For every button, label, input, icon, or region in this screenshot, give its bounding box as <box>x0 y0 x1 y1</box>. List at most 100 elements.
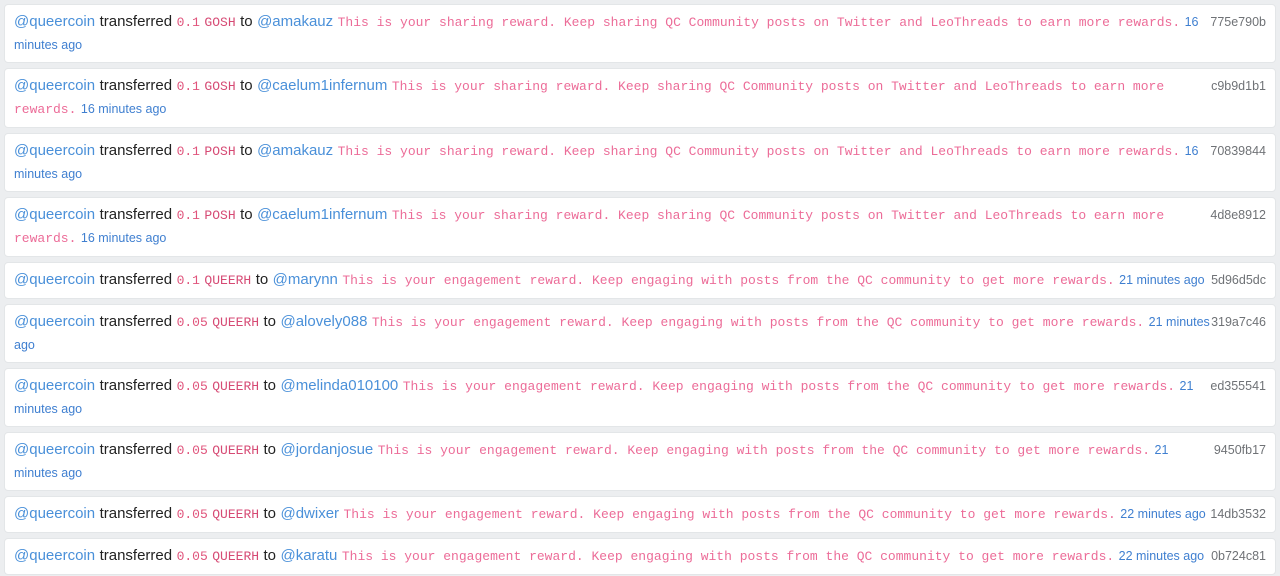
recipient-link[interactable]: @dwixer <box>280 505 339 522</box>
transaction-row: 9450fb17 @queercoin transferred 0.05 QUEE… <box>4 432 1276 491</box>
preposition-to: to <box>263 505 277 522</box>
transaction-id[interactable]: 4d8e8912 <box>1210 204 1266 226</box>
recipient-link[interactable]: @amakauz <box>257 13 333 30</box>
transaction-row: 70839844 @queercoin transferred 0.1 POSH … <box>4 133 1276 192</box>
preposition-to: to <box>240 77 253 94</box>
transfer-verb: transferred <box>99 313 173 330</box>
sender-link[interactable]: @queercoin <box>14 77 95 94</box>
transfer-memo: This is your engagement reward. Keep eng… <box>377 443 1151 458</box>
transfer-amount: 0.05 <box>176 379 208 394</box>
recipient-link[interactable]: @melinda010100 <box>280 377 398 394</box>
sender-link[interactable]: @queercoin <box>14 313 95 330</box>
transfer-timestamp[interactable]: 16 minutes ago <box>81 102 166 116</box>
transfer-amount: 0.1 <box>176 79 200 94</box>
transfer-amount: 0.1 <box>176 15 200 30</box>
transfer-verb: transferred <box>99 377 173 394</box>
transfer-timestamp[interactable]: 16 minutes ago <box>81 231 166 245</box>
transfer-verb: transferred <box>99 206 173 223</box>
transaction-row: 4d8e8912 @queercoin transferred 0.1 POSH … <box>4 197 1276 257</box>
preposition-to: to <box>240 206 253 223</box>
preposition-to: to <box>263 313 277 330</box>
token-symbol: QUEERH <box>212 507 260 522</box>
transfer-verb: transferred <box>99 13 173 30</box>
transfer-timestamp[interactable]: 22 minutes ago <box>1120 507 1205 521</box>
transfer-memo: This is your sharing reward. Keep sharin… <box>337 15 1181 30</box>
token-symbol: POSH <box>204 208 236 223</box>
transaction-row: ed355541 @queercoin transferred 0.05 QUEE… <box>4 368 1276 427</box>
transfer-verb: transferred <box>99 547 173 564</box>
token-symbol: GOSH <box>204 79 236 94</box>
transaction-text: 319a7c46 @queercoin transferred 0.05 QUEE… <box>14 311 1266 356</box>
sender-link[interactable]: @queercoin <box>14 13 95 30</box>
transaction-id[interactable]: 70839844 <box>1210 140 1266 162</box>
transaction-id[interactable]: 14db3532 <box>1210 503 1266 525</box>
transfer-feed: 775e790b @queercoin transferred 0.1 GOSH … <box>0 0 1280 576</box>
transfer-verb: transferred <box>99 77 173 94</box>
transaction-text: 4d8e8912 @queercoin transferred 0.1 POSH … <box>14 204 1266 250</box>
transaction-id[interactable]: 319a7c46 <box>1211 311 1266 333</box>
transaction-id[interactable]: ed355541 <box>1210 375 1266 397</box>
transfer-amount: 0.05 <box>176 443 208 458</box>
transfer-memo: This is your sharing reward. Keep sharin… <box>337 144 1181 159</box>
transfer-verb: transferred <box>99 271 173 288</box>
transaction-text: c9b9d1b1 @queercoin transferred 0.1 GOSH … <box>14 75 1266 121</box>
recipient-link[interactable]: @caelum1infernum <box>257 77 387 94</box>
transfer-timestamp[interactable]: 21 minutes ago <box>1119 273 1204 287</box>
transaction-row: 319a7c46 @queercoin transferred 0.05 QUEE… <box>4 304 1276 363</box>
transaction-row: 775e790b @queercoin transferred 0.1 GOSH … <box>4 4 1276 63</box>
transaction-row: 5d96d5dc @queercoin transferred 0.1 QUEER… <box>4 262 1276 299</box>
transaction-text: ed355541 @queercoin transferred 0.05 QUEE… <box>14 375 1266 420</box>
preposition-to: to <box>263 441 277 458</box>
transaction-row: 0b724c81 @queercoin transferred 0.05 QUEE… <box>4 538 1276 575</box>
token-symbol: GOSH <box>204 15 236 30</box>
transfer-verb: transferred <box>99 441 173 458</box>
token-symbol: QUEERH <box>212 549 260 564</box>
token-symbol: QUEERH <box>212 315 260 330</box>
sender-link[interactable]: @queercoin <box>14 206 95 223</box>
sender-link[interactable]: @queercoin <box>14 377 95 394</box>
preposition-to: to <box>255 271 269 288</box>
preposition-to: to <box>240 142 253 159</box>
transfer-timestamp[interactable]: 22 minutes ago <box>1119 549 1204 563</box>
transaction-id[interactable]: 775e790b <box>1210 11 1266 33</box>
recipient-link[interactable]: @amakauz <box>257 142 333 159</box>
recipient-link[interactable]: @caelum1infernum <box>257 206 387 223</box>
transfer-amount: 0.05 <box>176 507 208 522</box>
transaction-text: 0b724c81 @queercoin transferred 0.05 QUEE… <box>14 545 1266 568</box>
token-symbol: POSH <box>204 144 236 159</box>
transaction-id[interactable]: 5d96d5dc <box>1211 269 1266 291</box>
transfer-memo: This is your engagement reward. Keep eng… <box>402 379 1176 394</box>
transfer-verb: transferred <box>99 505 173 522</box>
sender-link[interactable]: @queercoin <box>14 142 95 159</box>
token-symbol: QUEERH <box>212 379 260 394</box>
recipient-link[interactable]: @marynn <box>273 271 338 288</box>
sender-link[interactable]: @queercoin <box>14 505 95 522</box>
transfer-memo: This is your engagement reward. Keep eng… <box>371 315 1145 330</box>
transfer-amount: 0.1 <box>176 208 200 223</box>
transaction-id[interactable]: c9b9d1b1 <box>1211 75 1266 97</box>
recipient-link[interactable]: @karatu <box>280 547 337 564</box>
preposition-to: to <box>263 547 277 564</box>
token-symbol: QUEERH <box>212 443 260 458</box>
sender-link[interactable]: @queercoin <box>14 547 95 564</box>
sender-link[interactable]: @queercoin <box>14 441 95 458</box>
transaction-id[interactable]: 9450fb17 <box>1214 439 1266 461</box>
token-symbol: QUEERH <box>204 273 252 288</box>
transaction-row: 14db3532 @queercoin transferred 0.05 QUEE… <box>4 496 1276 533</box>
transfer-memo: This is your engagement reward. Keep eng… <box>341 549 1115 564</box>
transaction-text: 70839844 @queercoin transferred 0.1 POSH … <box>14 140 1266 185</box>
transfer-amount: 0.1 <box>176 144 200 159</box>
transfer-amount: 0.05 <box>176 315 208 330</box>
transfer-amount: 0.05 <box>176 549 208 564</box>
recipient-link[interactable]: @jordanjosue <box>280 441 373 458</box>
transfer-amount: 0.1 <box>176 273 200 288</box>
transaction-text: 14db3532 @queercoin transferred 0.05 QUEE… <box>14 503 1266 526</box>
transaction-text: 775e790b @queercoin transferred 0.1 GOSH … <box>14 11 1266 56</box>
transfer-memo: This is your engagement reward. Keep eng… <box>343 507 1116 522</box>
transaction-id[interactable]: 0b724c81 <box>1211 545 1266 567</box>
transfer-memo: This is your engagement reward. Keep eng… <box>342 273 1115 288</box>
sender-link[interactable]: @queercoin <box>14 271 95 288</box>
transaction-row: c9b9d1b1 @queercoin transferred 0.1 GOSH … <box>4 68 1276 128</box>
recipient-link[interactable]: @alovely088 <box>280 313 367 330</box>
preposition-to: to <box>240 13 253 30</box>
